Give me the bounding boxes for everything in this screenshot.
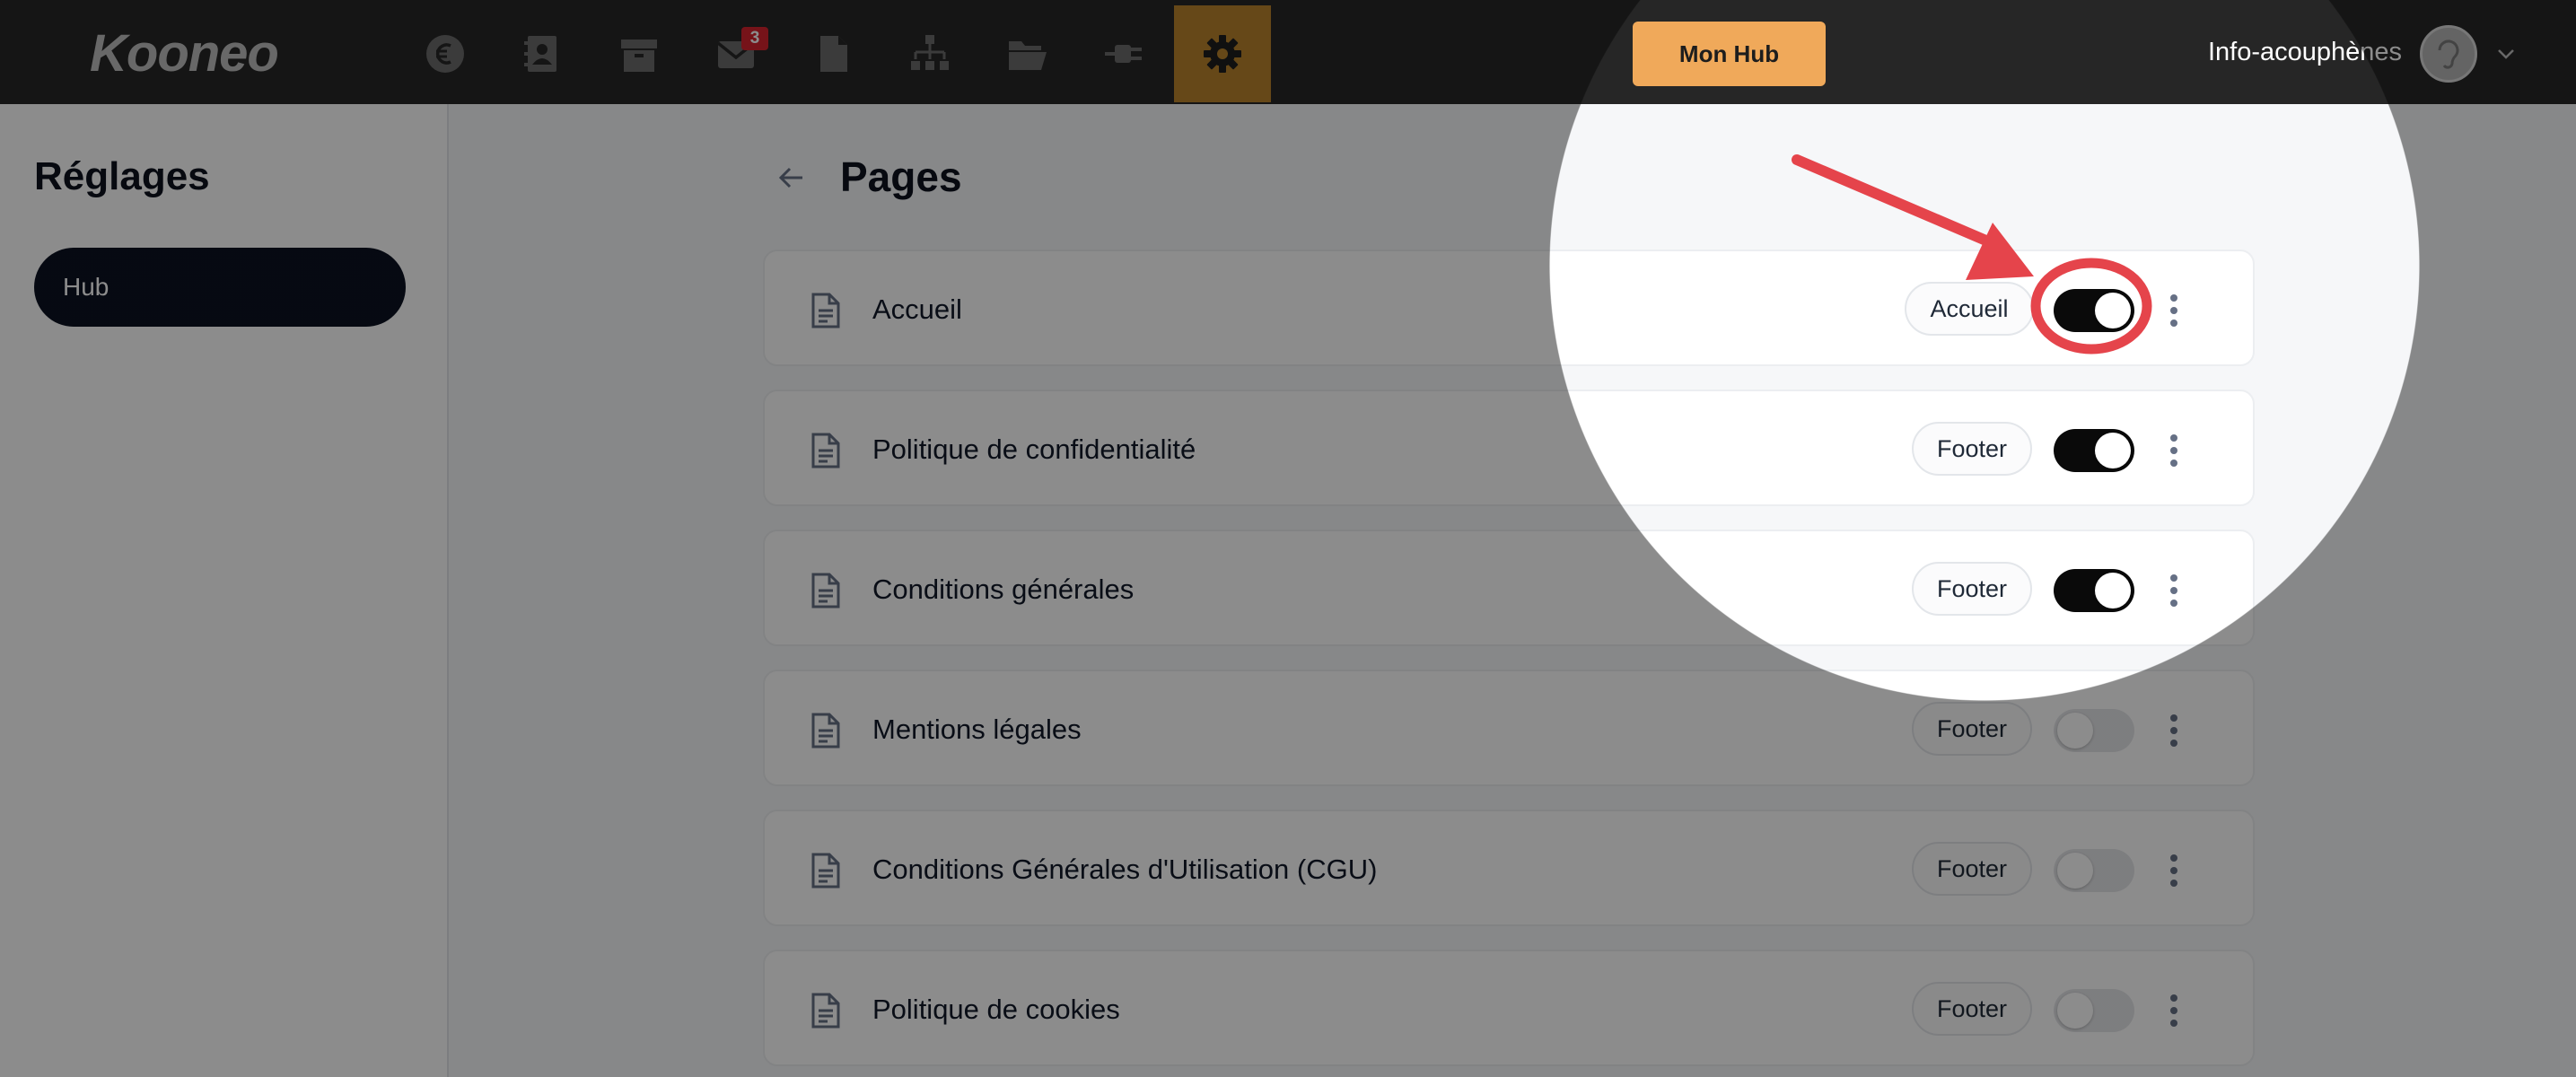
toggle-knob [2095, 433, 2131, 468]
page-row[interactable]: Conditions Générales d'Utilisation (CGU)… [763, 810, 2255, 926]
page-row[interactable]: Accueil Accueil [763, 250, 2255, 366]
toggle-knob [2057, 993, 2093, 1029]
more-vertical-icon[interactable] [2167, 711, 2181, 750]
page-name: Politique de confidentialité [872, 433, 1196, 465]
sitemap-icon [911, 35, 949, 70]
page-visibility-toggle[interactable] [2054, 289, 2134, 332]
gear-icon [1204, 35, 1241, 73]
page-visibility-toggle[interactable] [2054, 709, 2134, 752]
nav-mail[interactable]: 3 [688, 5, 784, 102]
kooneo-logo[interactable]: Kooneo [90, 23, 279, 83]
annotation-arrow-shaft [1792, 154, 2000, 250]
page-visibility-toggle[interactable] [2054, 849, 2134, 892]
page-location-tag[interactable]: Footer [1912, 982, 2032, 1036]
page-visibility-toggle[interactable] [2054, 989, 2134, 1032]
document-icon [811, 433, 840, 468]
page-title: Pages [840, 153, 962, 200]
box-icon [621, 39, 657, 72]
document-icon [811, 993, 840, 1029]
ear-icon [2438, 39, 2459, 69]
page-location-tag[interactable]: Footer [1912, 842, 2032, 896]
nav-contacts[interactable] [494, 5, 591, 102]
nav-files[interactable] [978, 5, 1075, 102]
page-name: Conditions générales [872, 574, 1135, 605]
page-row[interactable]: Conditions générales Footer [763, 530, 2255, 646]
sidebar-title: Réglages [34, 154, 210, 198]
document-icon [811, 573, 840, 609]
back-arrow-icon[interactable] [774, 160, 810, 196]
mail-count-badge: 3 [741, 27, 768, 50]
page-location-tag[interactable]: Footer [1912, 422, 2032, 476]
document-icon [811, 293, 840, 328]
nav-sales[interactable] [397, 5, 494, 102]
page-row[interactable]: Mentions légales Footer [763, 670, 2255, 786]
avatar[interactable] [2420, 25, 2477, 83]
toggle-knob [2095, 573, 2131, 609]
chevron-down-icon[interactable] [2493, 41, 2519, 66]
nav-integrations[interactable] [1075, 5, 1172, 102]
page-location-tag[interactable]: Accueil [1905, 282, 2034, 336]
more-vertical-icon[interactable] [2167, 571, 2181, 610]
page-location-tag[interactable]: Footer [1912, 702, 2032, 756]
more-vertical-icon[interactable] [2167, 431, 2181, 470]
nav-documents[interactable] [784, 5, 881, 102]
document-icon [811, 853, 840, 889]
plug-icon [1105, 45, 1142, 63]
euro-icon [426, 35, 464, 73]
settings-sidebar: Réglages Hub [0, 104, 449, 1077]
page-name: Accueil [872, 293, 962, 325]
toggle-knob [2095, 293, 2131, 328]
toggle-knob [2057, 853, 2093, 889]
user-name[interactable]: Info-acouphènes [2208, 38, 2402, 67]
more-vertical-icon[interactable] [2167, 991, 2181, 1030]
more-vertical-icon[interactable] [2167, 291, 2181, 330]
mon-hub-button[interactable]: Mon Hub [1633, 22, 1826, 86]
more-vertical-icon[interactable] [2167, 851, 2181, 890]
contacts-icon [524, 36, 556, 72]
document-icon [820, 36, 847, 72]
nav-products[interactable] [591, 5, 688, 102]
page-row[interactable]: Politique de cookies Footer [763, 950, 2255, 1066]
page-visibility-toggle[interactable] [2054, 569, 2134, 612]
page-name: Politique de cookies [872, 994, 1120, 1025]
page-location-tag[interactable]: Footer [1912, 562, 2032, 616]
folder-icon [1009, 41, 1047, 70]
toggle-knob [2057, 713, 2093, 749]
sidebar-item-hub[interactable]: Hub [34, 248, 406, 327]
page-name: Mentions légales [872, 714, 1082, 745]
nav-sitemap[interactable] [881, 5, 978, 102]
document-icon [811, 713, 840, 749]
nav-settings[interactable] [1174, 5, 1271, 102]
page-row[interactable]: Politique de confidentialité Footer [763, 390, 2255, 506]
page-name: Conditions Générales d'Utilisation (CGU) [872, 854, 1378, 885]
top-bar: Kooneo 3 Mon Hub Info-acouphènes [0, 0, 2576, 104]
page-visibility-toggle[interactable] [2054, 429, 2134, 472]
